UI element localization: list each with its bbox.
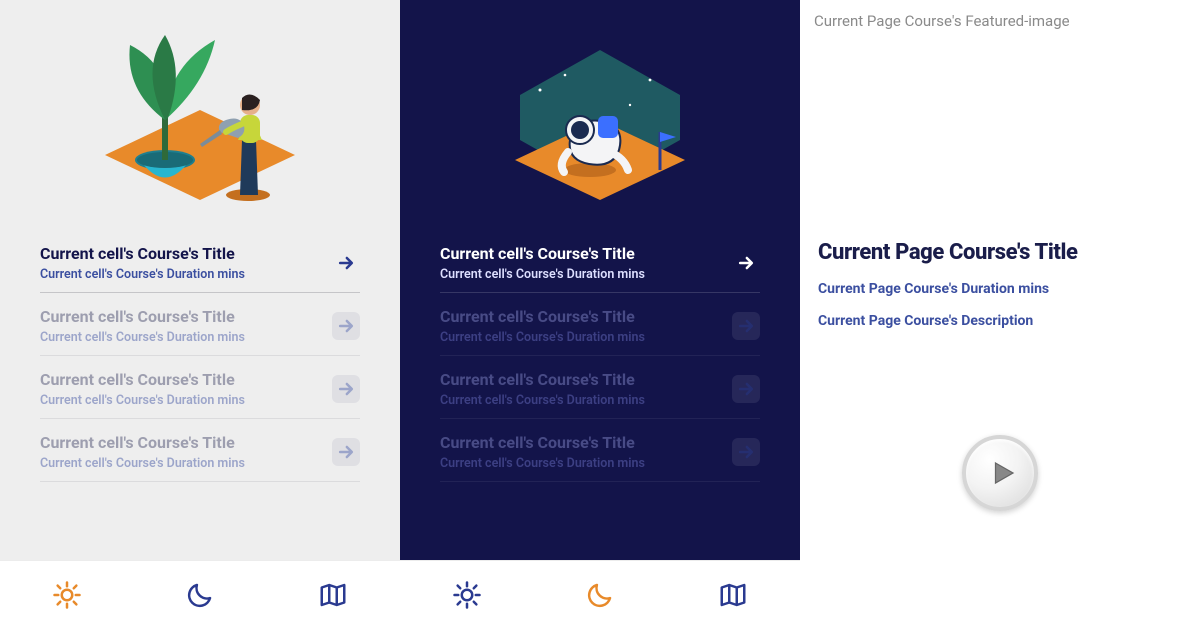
course-duration: Current cell's Course's Duration mins	[40, 456, 245, 471]
course-row[interactable]: Current cell's Course's Title Current ce…	[440, 356, 760, 419]
tab-sun[interactable]	[450, 578, 484, 612]
arrow-right-icon[interactable]	[332, 375, 360, 403]
course-row[interactable]: Current cell's Course's Title Current ce…	[440, 293, 760, 356]
moon-icon	[585, 580, 615, 610]
course-detail-title: Current Page Course's Title	[818, 240, 1182, 265]
tab-moon[interactable]	[583, 578, 617, 612]
map-icon	[318, 580, 348, 610]
arrow-right-icon[interactable]	[332, 438, 360, 466]
course-title: Current cell's Course's Title	[40, 307, 245, 326]
tab-bar	[0, 560, 400, 628]
course-row[interactable]: Current cell's Course's Title Current ce…	[440, 419, 760, 482]
panel-dark: Current cell's Course's Title Current ce…	[400, 0, 800, 628]
course-title: Current cell's Course's Title	[440, 244, 645, 263]
course-list-light: Current cell's Course's Title Current ce…	[0, 230, 400, 560]
play-icon	[988, 458, 1018, 488]
course-title: Current cell's Course's Title	[40, 370, 245, 389]
plant-watering-illustration	[70, 20, 330, 220]
tab-moon[interactable]	[183, 578, 217, 612]
panel-light: Current cell's Course's Title Current ce…	[0, 0, 400, 628]
tab-sun[interactable]	[50, 578, 84, 612]
course-duration: Current cell's Course's Duration mins	[440, 267, 645, 282]
tab-bar	[400, 560, 800, 628]
arrow-right-icon[interactable]	[732, 438, 760, 466]
course-title: Current cell's Course's Title	[40, 244, 245, 263]
course-title: Current cell's Course's Title	[40, 433, 245, 452]
featured-image-placeholder: Current Page Course's Featured-image	[800, 0, 1200, 30]
course-title: Current cell's Course's Title	[440, 433, 645, 452]
course-list-dark: Current cell's Course's Title Current ce…	[400, 230, 800, 560]
course-detail-duration: Current Page Course's Duration mins	[818, 281, 1182, 297]
course-duration: Current cell's Course's Duration mins	[40, 330, 245, 345]
course-row[interactable]: Current cell's Course's Title Current ce…	[40, 293, 360, 356]
arrow-right-icon[interactable]	[332, 249, 360, 277]
arrow-right-icon[interactable]	[732, 312, 760, 340]
course-duration: Current cell's Course's Duration mins	[40, 267, 245, 282]
course-duration: Current cell's Course's Duration mins	[440, 393, 645, 408]
arrow-right-icon[interactable]	[332, 312, 360, 340]
hero-illustration-dark	[400, 0, 800, 230]
course-duration: Current cell's Course's Duration mins	[440, 330, 645, 345]
course-duration: Current cell's Course's Duration mins	[40, 393, 245, 408]
course-title: Current cell's Course's Title	[440, 307, 645, 326]
tab-map[interactable]	[316, 578, 350, 612]
sun-icon	[452, 580, 482, 610]
course-detail-description: Current Page Course's Description	[818, 313, 1182, 329]
panel-course-detail: Current Page Course's Featured-image Cur…	[800, 0, 1200, 628]
course-row[interactable]: Current cell's Course's Title Current ce…	[40, 419, 360, 482]
play-button[interactable]	[962, 435, 1038, 511]
astronaut-illustration	[470, 20, 730, 220]
course-row[interactable]: Current cell's Course's Title Current ce…	[440, 230, 760, 293]
tab-map[interactable]	[716, 578, 750, 612]
hero-illustration-light	[0, 0, 400, 230]
course-row[interactable]: Current cell's Course's Title Current ce…	[40, 356, 360, 419]
sun-icon	[52, 580, 82, 610]
arrow-right-icon[interactable]	[732, 249, 760, 277]
course-duration: Current cell's Course's Duration mins	[440, 456, 645, 471]
course-title: Current cell's Course's Title	[440, 370, 645, 389]
map-icon	[718, 580, 748, 610]
moon-icon	[185, 580, 215, 610]
course-row[interactable]: Current cell's Course's Title Current ce…	[40, 230, 360, 293]
arrow-right-icon[interactable]	[732, 375, 760, 403]
